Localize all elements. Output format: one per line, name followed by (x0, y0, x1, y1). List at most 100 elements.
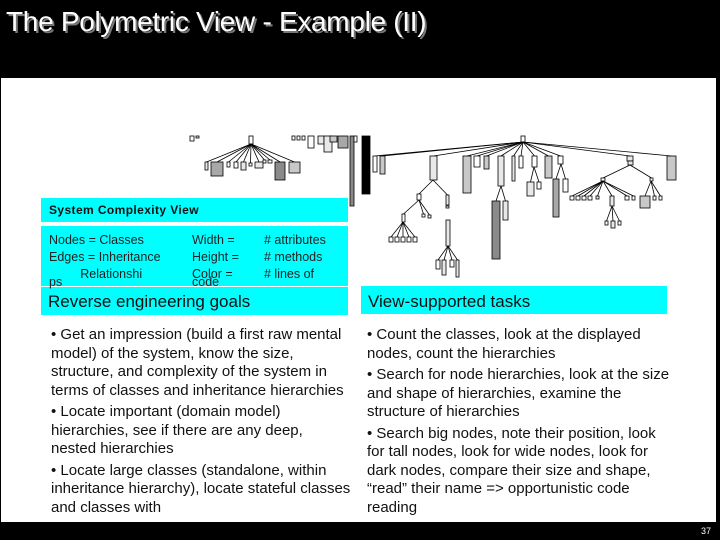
class-node (581, 195, 587, 201)
class-node (210, 161, 224, 177)
task-item: • Search for node hierarchies, look at t… (367, 366, 670, 420)
class-node (649, 177, 654, 182)
inheritance-edge (606, 205, 613, 222)
class-node (666, 155, 677, 181)
class-node (394, 236, 400, 243)
class-node (274, 161, 286, 181)
slide-title: The Polymetric View - Example (II) (6, 6, 427, 37)
class-node (296, 135, 301, 141)
class-node (412, 236, 418, 243)
goal-item: • Locate large classes (standalone, with… (51, 461, 351, 516)
legend-color-metric: # lines of (264, 267, 315, 281)
class-node (511, 155, 516, 182)
class-node (552, 178, 560, 218)
class-node (449, 259, 455, 268)
class-node (254, 161, 264, 169)
inheritance-edge (396, 221, 404, 238)
class-node (569, 195, 575, 201)
class-node (445, 194, 450, 206)
legend-height: Height = (192, 250, 239, 264)
inheritance-edge (560, 163, 566, 180)
inheritance-edge (250, 143, 252, 164)
class-node (427, 214, 432, 219)
class-node (491, 200, 501, 260)
class-node (406, 236, 412, 243)
goals-heading: Reverse engineering goals (41, 287, 348, 315)
inheritance-edge (437, 245, 449, 261)
inheritance-edge (402, 221, 410, 238)
class-node (416, 193, 422, 201)
class-node (631, 195, 636, 201)
inheritance-edge (602, 164, 631, 179)
class-node (544, 155, 553, 179)
class-node (652, 195, 657, 201)
class-node (267, 159, 273, 164)
class-node (575, 195, 581, 201)
inheritance-edge (418, 199, 424, 215)
class-node (445, 205, 450, 209)
class-node (557, 155, 564, 165)
class-node (189, 135, 195, 142)
inheritance-edge (250, 143, 271, 161)
inheritance-edge (432, 179, 448, 196)
class-node (626, 155, 634, 162)
inheritance-edge (443, 245, 449, 261)
legend-width: Width = (192, 233, 235, 247)
class-node (233, 161, 239, 169)
goal-item: • Locate important (domain model) hierar… (51, 403, 303, 457)
class-node (536, 181, 542, 190)
class-node (639, 195, 651, 209)
inheritance-edge (522, 141, 631, 157)
class-node (372, 155, 378, 173)
inheritance-edge (629, 164, 652, 179)
class-node (502, 200, 509, 221)
legend-edges: Edges = Inheritance (49, 250, 161, 264)
class-node (317, 135, 325, 145)
class-node (379, 155, 386, 175)
class-node (497, 155, 505, 187)
class-node (349, 135, 355, 207)
task-item: • Count the classes, look at the display… (367, 326, 641, 362)
class-node (301, 135, 306, 141)
class-node (288, 161, 301, 174)
class-node (624, 195, 630, 201)
legend-edges-overflow: ps (49, 275, 63, 289)
legend-width-metric: # attributes (264, 233, 326, 247)
slide-content: System Complexity View Nodes = Classes W… (1, 78, 716, 522)
inheritance-edge (402, 221, 416, 238)
class-node (562, 178, 569, 193)
inheritance-edge (589, 180, 604, 197)
class-node (262, 159, 267, 164)
diagram-caption: System Complexity View (41, 198, 348, 222)
class-node (429, 155, 438, 181)
class-node (291, 135, 296, 141)
class-node (204, 161, 209, 171)
class-node (441, 259, 447, 276)
inheritance-edge (447, 245, 458, 261)
legend-edges-cont: Relationshi (49, 267, 143, 281)
class-node (595, 195, 600, 200)
inheritance-edge (644, 180, 652, 197)
inheritance-edge (418, 199, 430, 216)
inheritance-edge (382, 141, 524, 157)
class-node (518, 155, 524, 169)
tasks-list: • Count the classes, look at the display… (367, 326, 677, 520)
class-node (388, 236, 394, 243)
goal-item: • Get an impression (build a first raw m… (51, 326, 344, 399)
inheritance-edge (577, 180, 604, 197)
inheritance-edge (447, 245, 453, 261)
class-node (483, 155, 490, 170)
class-node (526, 181, 535, 197)
class-node (361, 135, 371, 195)
inheritance-edge (602, 180, 628, 197)
class-node (658, 195, 663, 201)
class-node (240, 161, 247, 171)
inheritance-edge (555, 163, 562, 180)
legend-nodes: Nodes = Classes (49, 233, 144, 247)
class-node (226, 161, 231, 168)
class-node (400, 236, 406, 243)
tasks-heading: View-supported tasks (361, 286, 667, 314)
inheritance-edge (390, 221, 404, 238)
class-node (520, 135, 526, 143)
class-node (600, 177, 606, 182)
